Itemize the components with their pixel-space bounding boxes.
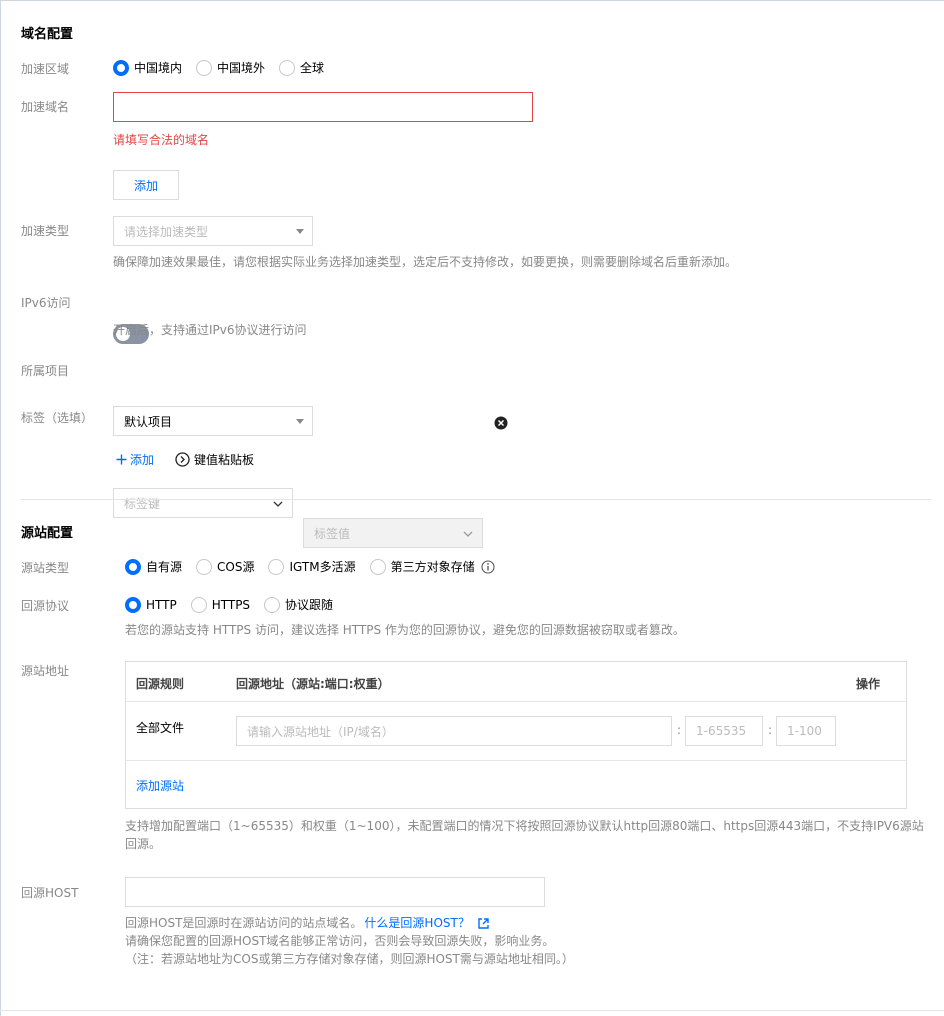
radio-region-china[interactable]: 中国境内 (113, 59, 182, 76)
ipv6-label: IPv6访问 (21, 296, 71, 310)
radio-origin-third-party[interactable]: 第三方对象存储 (369, 558, 475, 575)
origin-address-help-1: 支持增加配置端口（1~65535）和权重（1~100），未配置端口的情况下将按照… (125, 819, 924, 833)
bottom-divider (0, 1010, 944, 1011)
chevron-circle-icon (175, 452, 190, 467)
section-title-domain: 域名配置 (21, 27, 74, 42)
project-label: 所属项目 (21, 364, 70, 378)
origin-port-input[interactable]: 1-65535 (685, 716, 763, 746)
host-help-line-1: 回源HOST是回源时在源站访问的站点域名。 什么是回源HOST？ (125, 913, 489, 933)
tag-key-select[interactable]: 标签键 (113, 488, 293, 518)
radio-protocol-https[interactable]: HTTPS (190, 596, 250, 613)
region-label: 加速区域 (21, 62, 70, 76)
host-input[interactable] (125, 877, 545, 907)
radio-protocol-follow[interactable]: 协议跟随 (264, 596, 333, 613)
radio-protocol-http[interactable]: HTTP (125, 596, 177, 613)
section-divider (21, 499, 931, 500)
origin-weight-input[interactable]: 1-100 (776, 716, 836, 746)
origin-address-input[interactable]: 请输入源站地址（IP/域名） (236, 716, 672, 746)
type-help-text: 确保障加速效果最佳，请您根据实际业务选择加速类型，选定后不支持修改，如要更换，则… (113, 255, 738, 269)
host-help-line-3: （注：若源站地址为COS或第三方存储对象存储，则回源HOST需与源站地址相同。） (125, 952, 574, 966)
paste-board-link[interactable]: 键值粘贴板 (175, 451, 254, 468)
domain-error-text: 请填写合法的域名 (113, 133, 210, 147)
domain-label: 加速域名 (21, 100, 70, 114)
tag-value-placeholder: 标签值 (314, 526, 351, 541)
host-help-prefix: 回源HOST是回源时在源站访问的站点域名。 (125, 916, 363, 930)
add-origin-link[interactable]: 添加源站 (136, 777, 184, 794)
radio-dot (196, 558, 213, 575)
radio-dot (279, 59, 296, 76)
tag-value-select[interactable]: 标签值 (303, 518, 483, 548)
chevron-down-icon (463, 531, 473, 537)
project-select[interactable]: 默认项目 (113, 406, 313, 436)
radio-dot (264, 596, 281, 613)
caret-down-icon (296, 419, 304, 424)
protocol-help-text: 若您的源站支持 HTTPS 访问，建议选择 HTTPS 作为您的回源协议，避免您… (125, 623, 685, 637)
radio-dot (196, 59, 213, 76)
radio-region-overseas[interactable]: 中国境外 (196, 59, 265, 76)
host-help-line-2: 请确保您配置的回源HOST域名能够正常访问，否则会导致回源失败，影响业务。 (125, 934, 555, 948)
table-divider (126, 701, 906, 702)
table-cell-rule: 全部文件 (136, 721, 185, 735)
section-title-origin: 源站配置 (21, 526, 74, 541)
column-header-rule: 回源规则 (136, 677, 185, 691)
add-tag-link[interactable]: 添加 (116, 451, 154, 468)
type-select[interactable]: 请选择加速类型 (113, 216, 313, 246)
radio-dot (125, 558, 141, 575)
caret-down-icon (296, 229, 304, 234)
radio-dot (369, 558, 386, 575)
plus-icon (116, 454, 127, 465)
colon-separator: : (677, 723, 682, 737)
origin-type-radio-group: 自有源 COS源 IGTM多活源 第三方对象存储 (125, 558, 495, 575)
origin-address-table: 回源规则 回源地址（源站:端口:权重） 操作 全部文件 请输入源站地址（IP/域… (125, 661, 907, 809)
project-select-value: 默认项目 (124, 414, 173, 429)
ipv6-help-text: 开启后，支持通过IPv6协议进行访问 (113, 323, 307, 337)
column-header-address: 回源地址（源站:端口:权重） (236, 677, 390, 691)
domain-input[interactable] (113, 92, 533, 122)
radio-origin-cos[interactable]: COS源 (196, 558, 254, 575)
origin-type-label: 源站类型 (21, 561, 70, 575)
radio-dot (125, 596, 141, 613)
add-domain-button[interactable]: 添加 (113, 170, 179, 200)
type-label: 加速类型 (21, 224, 70, 238)
region-radio-group: 中国境内 中国境外 全球 (113, 59, 338, 76)
table-divider (126, 760, 906, 761)
add-tag-label: 添加 (130, 453, 155, 467)
origin-address-help-2: 回源。 (125, 837, 162, 851)
type-select-placeholder: 请选择加速类型 (124, 224, 209, 239)
origin-address-label: 源站地址 (21, 664, 70, 678)
radio-origin-self[interactable]: 自有源 (125, 558, 182, 575)
info-icon[interactable] (481, 559, 495, 574)
radio-dot (113, 59, 129, 76)
tag-key-placeholder: 标签键 (124, 496, 161, 511)
colon-separator: : (768, 723, 773, 737)
host-label: 回源HOST (21, 886, 79, 900)
external-link-icon[interactable] (478, 917, 489, 929)
radio-region-global[interactable]: 全球 (279, 59, 324, 76)
paste-board-label: 键值粘贴板 (194, 453, 255, 467)
protocol-radio-group: HTTP HTTPS 协议跟随 (125, 596, 347, 613)
tags-label: 标签（选填） (21, 411, 94, 425)
column-header-action: 操作 (856, 677, 881, 691)
protocol-label: 回源协议 (21, 599, 70, 613)
radio-origin-igtm[interactable]: IGTM多活源 (268, 558, 356, 575)
radio-dot (268, 558, 285, 575)
radio-dot (190, 596, 207, 613)
remove-tag-icon[interactable] (494, 416, 508, 430)
what-is-host-link[interactable]: 什么是回源HOST？ (364, 913, 469, 933)
